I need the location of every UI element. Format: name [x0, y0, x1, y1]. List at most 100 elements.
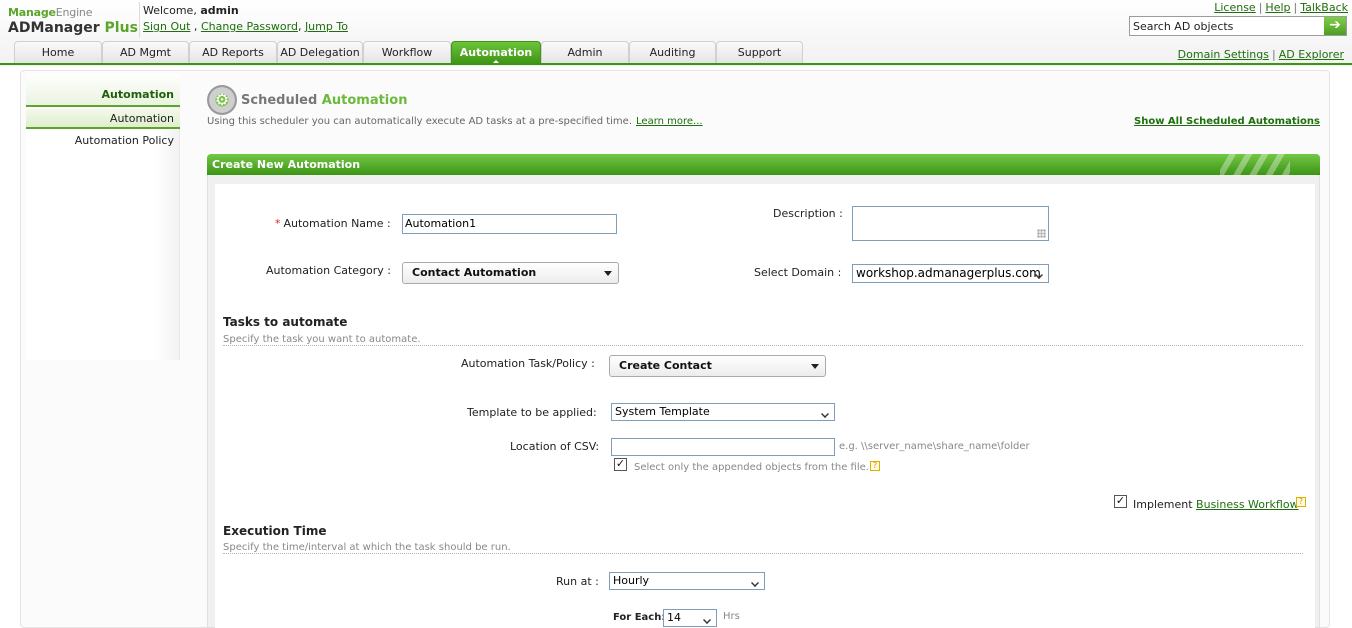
append-only-label: Select only the appended objects from th…	[634, 462, 869, 473]
sidebar-heading: Automation	[26, 74, 180, 107]
manageengine-logo[interactable]: ManageEngine ADManager Plus	[8, 6, 138, 38]
section-divider	[223, 553, 1303, 554]
page-title: Scheduled Automation	[241, 93, 407, 108]
tab-automation[interactable]: Automation	[451, 41, 541, 65]
csv-location-input[interactable]	[611, 438, 835, 456]
domain-label: Select Domain :	[754, 266, 842, 279]
for-each-value: 14	[667, 611, 681, 624]
implement-label-text: Implement	[1133, 498, 1193, 511]
user-links: Sign Out , Change Password, Jump To	[143, 20, 348, 33]
app-header: ManageEngine ADManager Plus Welcome, adm…	[0, 0, 1352, 66]
chevron-down-icon	[811, 364, 819, 369]
run-at-select[interactable]: Hourly	[609, 572, 765, 590]
task-policy-dropdown[interactable]: Create Contact	[609, 355, 826, 377]
run-at-value: Hourly	[613, 574, 650, 587]
section-divider	[223, 345, 1303, 346]
help-icon[interactable]: ?	[870, 461, 880, 471]
template-label: Template to be applied:	[467, 406, 597, 419]
resize-grip-icon[interactable]	[1037, 229, 1046, 238]
append-only-checkbox[interactable]: ✓	[614, 458, 627, 471]
domain-value: workshop.admanagerplus.com	[856, 266, 1041, 280]
page-title-part-b: Automation	[317, 93, 408, 108]
header-divider	[0, 63, 1352, 65]
automation-name-input[interactable]: Automation1	[402, 214, 617, 234]
category-dropdown[interactable]: Contact Automation	[402, 262, 619, 284]
form-header: Create New Automation	[207, 154, 1320, 175]
domain-links: Domain Settings | AD Explorer	[1177, 48, 1344, 61]
sidebar: Automation Automation Automation Policy	[26, 74, 180, 360]
execution-section-title: Execution Time	[223, 524, 327, 538]
csv-location-hint: e.g. \\server_name\share_name\folder	[839, 441, 1030, 452]
domain-settings-link[interactable]: Domain Settings	[1178, 48, 1269, 61]
tasks-section-subtitle: Specify the task you want to automate.	[223, 334, 421, 345]
for-each-label: For Each:	[613, 612, 666, 623]
product-logo-part-a: ADManager	[8, 20, 100, 36]
required-marker: *	[275, 217, 281, 230]
automation-name-label: * Automation Name :	[275, 217, 391, 230]
chevron-down-icon	[702, 613, 713, 623]
vendor-logo-part-a: Manage	[8, 6, 56, 19]
tab-support[interactable]: Support	[716, 41, 803, 64]
automation-name-label-text: Automation Name :	[283, 217, 391, 230]
page-subtitle-text: Using this scheduler you can automatical…	[207, 116, 633, 127]
tab-auditing[interactable]: Auditing	[629, 41, 716, 64]
learn-more-link[interactable]: Learn more...	[636, 116, 703, 127]
tab-home[interactable]: Home	[14, 41, 102, 64]
domain-select[interactable]: workshop.admanagerplus.com	[852, 264, 1049, 283]
checkmark-icon: ✓	[615, 457, 626, 470]
sidebar-item-automation[interactable]: Automation	[26, 109, 180, 129]
form-header-title: Create New Automation	[212, 158, 361, 171]
jump-to-link[interactable]: Jump To	[305, 20, 348, 33]
tab-ad-delegation[interactable]: AD Delegation	[277, 41, 363, 64]
business-workflow-link[interactable]: Business Workflow	[1196, 498, 1299, 511]
tab-ad-reports[interactable]: AD Reports	[189, 41, 277, 64]
search-go-button[interactable]: ➔	[1324, 17, 1346, 35]
help-icon[interactable]: ?	[1296, 497, 1306, 507]
username: admin	[200, 4, 239, 17]
execution-section-subtitle: Specify the time/interval at which the t…	[223, 542, 511, 553]
header-stripes	[1220, 154, 1290, 175]
hrs-label: Hrs	[723, 611, 740, 622]
tab-admin[interactable]: Admin	[541, 41, 629, 64]
vendor-logo-part-b: Engine	[55, 6, 93, 19]
logo-divider	[139, 2, 140, 38]
change-password-link[interactable]: Change Password	[201, 20, 298, 33]
tab-ad-mgmt[interactable]: AD Mgmt	[102, 41, 189, 64]
description-label: Description :	[773, 207, 843, 220]
ad-explorer-link[interactable]: AD Explorer	[1279, 48, 1344, 61]
scheduled-automation-icon	[207, 85, 237, 115]
implement-workflow-checkbox[interactable]: ✓	[1114, 495, 1127, 508]
template-select[interactable]: System Template	[611, 403, 835, 421]
implement-workflow-label: Implement Business Workflow	[1133, 498, 1299, 511]
tasks-section-title: Tasks to automate	[223, 315, 348, 329]
page-subtitle: Using this scheduler you can automatical…	[207, 116, 703, 127]
category-value: Contact Automation	[412, 266, 537, 279]
talkback-link[interactable]: TalkBack	[1300, 1, 1348, 14]
category-label: Automation Category :	[266, 264, 392, 277]
task-policy-value: Create Contact	[619, 359, 712, 372]
chevron-down-icon	[750, 576, 761, 586]
show-all-scheduled-link[interactable]: Show All Scheduled Automations	[1134, 116, 1320, 127]
product-logo-text: ADManager Plus	[8, 20, 138, 36]
welcome-text: Welcome, admin	[143, 4, 239, 17]
search-input[interactable]	[1130, 17, 1324, 35]
template-value: System Template	[615, 405, 710, 418]
sign-out-link[interactable]: Sign Out	[143, 20, 190, 33]
task-policy-label: Automation Task/Policy :	[461, 357, 595, 370]
vendor-logo-text: ManageEngine	[8, 6, 138, 19]
license-link[interactable]: License	[1214, 1, 1255, 14]
run-at-label: Run at :	[556, 575, 599, 588]
sidebar-item-automation-policy[interactable]: Automation Policy	[26, 131, 180, 151]
search-box: ➔	[1129, 16, 1347, 36]
tab-workflow[interactable]: Workflow	[363, 41, 451, 64]
description-textarea[interactable]	[852, 206, 1049, 241]
product-logo-part-b: Plus	[99, 20, 138, 36]
top-links: License | Help | TalkBack	[1214, 1, 1348, 14]
checkmark-icon: ✓	[1115, 494, 1126, 507]
csv-location-label: Location of CSV:	[510, 440, 600, 453]
chevron-down-icon	[820, 407, 831, 417]
chevron-down-icon	[1034, 268, 1045, 278]
for-each-select[interactable]: 14	[663, 609, 717, 627]
welcome-label: Welcome,	[143, 4, 197, 17]
help-link[interactable]: Help	[1265, 1, 1290, 14]
